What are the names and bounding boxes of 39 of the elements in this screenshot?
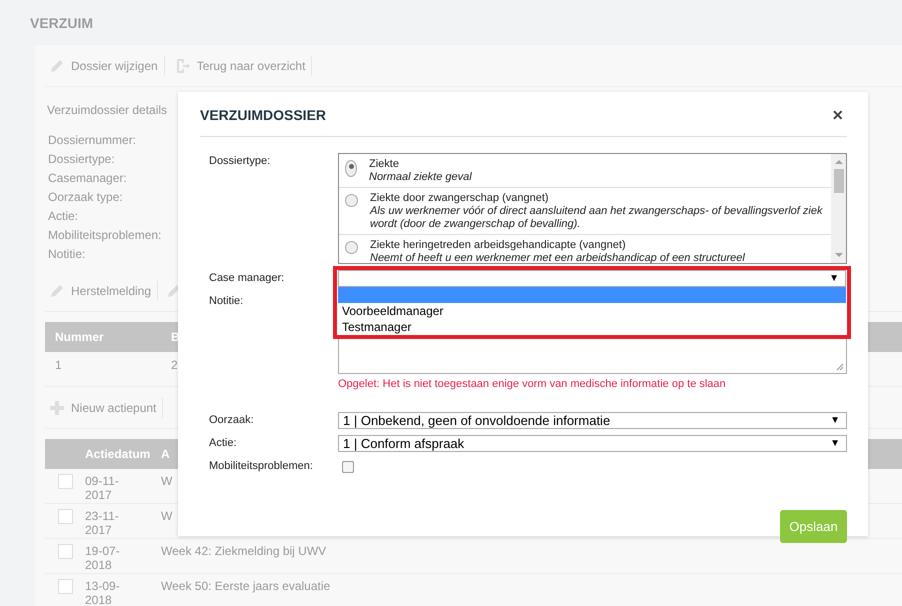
table-cell-text: 23-11-2017 bbox=[85, 509, 120, 537]
field-label: Dossiertype: bbox=[209, 154, 272, 169]
option-description: Als uw werknemer vóór of direct aansluitend aan het zwangerschaps- of bevallingsverlof ziek wordt (door de zwangerschap of bevalling). bbox=[370, 205, 824, 231]
table-cell: 2 bbox=[171, 358, 178, 372]
detail-label: Casemanager: bbox=[48, 171, 127, 186]
field-label: Notitie: bbox=[209, 294, 244, 309]
detail-label: Oorzaak type: bbox=[48, 190, 123, 205]
field-label: Case manager: bbox=[209, 271, 286, 286]
column-header: Actiedatum bbox=[85, 447, 152, 461]
detail-label: Actie: bbox=[48, 209, 78, 224]
caret-icon: ▼ bbox=[830, 438, 840, 449]
table-cell-text: 19-07-2018 bbox=[85, 544, 121, 572]
field-label: Actie: bbox=[209, 436, 238, 451]
warning-text: Opgelet: Het is niet toegestaan enige vorm van medische informatie op te slaan bbox=[338, 378, 727, 390]
option-title: Ziekte door zwangerschap (vangnet) bbox=[370, 192, 550, 205]
caret-icon: ▼ bbox=[830, 415, 840, 426]
table-cell: W bbox=[161, 509, 172, 523]
field-label: Mobiliteitsproblemen: bbox=[209, 459, 314, 474]
option-title: Ziekte heringetreden arbeidsgehandicapte (vangnet) bbox=[370, 239, 627, 252]
option-description: Normaal ziekte geval bbox=[369, 171, 472, 184]
table-cell: Week 42: Ziekmelding bij UWV bbox=[161, 544, 326, 558]
detail-label: Notitie: bbox=[48, 247, 86, 262]
detail-label: Dossiernummer: bbox=[48, 133, 136, 148]
table-cell-text: 1 bbox=[54, 358, 63, 372]
detail-label: Mobiliteitsproblemen: bbox=[48, 228, 162, 243]
dialog-title: VERZUIMDOSSIER bbox=[200, 107, 326, 123]
column-header: A bbox=[161, 447, 170, 461]
option-title: Ziekte bbox=[369, 158, 400, 171]
detail-label: Dossiertype: bbox=[48, 152, 115, 167]
field-label: Oorzaak: bbox=[209, 413, 255, 428]
caret-icon: ▼ bbox=[829, 273, 839, 284]
table-cell-text: 09-11-2017 bbox=[85, 474, 120, 502]
section-heading: Verzuimdossier details bbox=[47, 103, 168, 117]
page-title: VERZUIM bbox=[30, 15, 93, 31]
option-description: Neemt of heeft u een werknemer met een arbeidshandicap of een structureel bbox=[370, 252, 745, 263]
column-header: Nummer bbox=[54, 330, 105, 344]
table-cell-text: 13-09-2018 bbox=[85, 579, 121, 606]
table-cell: W bbox=[161, 474, 172, 488]
table-cell: Week 50: Eerste jaars evaluatie bbox=[161, 579, 330, 593]
